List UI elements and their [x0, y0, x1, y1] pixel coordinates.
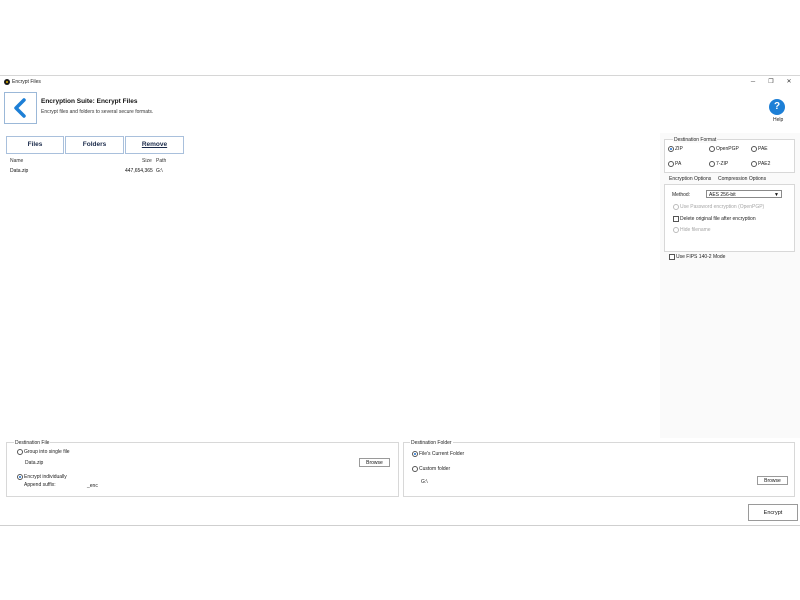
window-title: Encrypt Files	[12, 79, 41, 85]
encrypt-button[interactable]: Encrypt	[748, 504, 798, 521]
dest-file-browse-button[interactable]: Browse	[359, 458, 390, 467]
format-pae2-radio[interactable]	[751, 161, 757, 167]
tab-compression-options[interactable]: Compression Options	[718, 176, 766, 182]
column-header-name[interactable]: Name	[10, 158, 23, 164]
format-pae2-label[interactable]: PAE2	[758, 161, 770, 167]
method-select-value: AES 256-bit	[709, 192, 736, 198]
current-folder-radio[interactable]	[412, 451, 418, 457]
destination-folder-label: Destination Folder	[410, 440, 453, 446]
format-pa-radio[interactable]	[668, 161, 674, 167]
close-button[interactable]: ✕	[780, 76, 798, 88]
format-openpgp-label[interactable]: OpenPGP	[716, 146, 739, 152]
title-bar: Encrypt Files ─ ❐ ✕	[0, 76, 800, 88]
destination-file-label: Destination File	[14, 440, 51, 446]
table-row-name[interactable]: Data.zip	[10, 168, 28, 174]
format-zip-label[interactable]: ZIP	[675, 146, 683, 152]
format-7zip-label[interactable]: 7-ZIP	[716, 161, 728, 167]
encrypt-individually-label[interactable]: Encrypt individually	[24, 474, 67, 480]
format-pae-label[interactable]: PAE	[758, 146, 768, 152]
column-header-path[interactable]: Path	[156, 158, 166, 164]
destination-format-group: Destination Format	[664, 137, 795, 173]
group-single-radio[interactable]	[17, 449, 23, 455]
custom-folder-path: G:\	[421, 479, 428, 485]
group-single-label[interactable]: Group into single file	[24, 449, 70, 455]
custom-folder-radio[interactable]	[412, 466, 418, 472]
add-folders-button[interactable]: Folders	[65, 136, 124, 154]
current-folder-label[interactable]: File's Current Folder	[419, 451, 464, 457]
method-label: Method:	[672, 192, 691, 198]
group-file-name: Data.zip	[25, 460, 44, 466]
chevron-down-icon: ▼	[774, 192, 779, 198]
encrypt-files-window: Encrypt Files ─ ❐ ✕ Encryption Suite: En…	[0, 75, 800, 526]
use-password-radio	[673, 204, 679, 210]
minimize-button[interactable]: ─	[744, 76, 762, 88]
column-header-size[interactable]: Size	[142, 158, 152, 164]
back-button[interactable]	[4, 92, 37, 124]
add-files-button[interactable]: Files	[6, 136, 64, 154]
remove-button[interactable]: Remove	[125, 136, 184, 154]
tab-encryption-options[interactable]: Encryption Options	[669, 176, 711, 182]
use-password-label: Use Password encryption (OpenPGP)	[680, 204, 765, 210]
fips-checkbox[interactable]	[669, 254, 675, 260]
format-openpgp-radio[interactable]	[709, 146, 715, 152]
delete-original-checkbox[interactable]	[673, 216, 679, 222]
hide-filename-label: Hide filename	[680, 227, 711, 233]
table-row-size: 447,654,365	[125, 168, 153, 174]
app-icon	[4, 79, 10, 85]
method-select[interactable]: AES 256-bit ▼	[706, 190, 782, 198]
delete-original-label[interactable]: Delete original file after encryption	[680, 216, 756, 222]
format-zip-radio[interactable]	[668, 146, 674, 152]
page-subtitle: Encrypt files and folders to several sec…	[41, 109, 154, 115]
page-title: Encryption Suite: Encrypt Files	[41, 98, 138, 105]
table-row-path: G:\	[156, 168, 163, 174]
destination-format-label: Destination Format	[673, 137, 718, 143]
back-arrow-icon	[14, 98, 26, 118]
append-suffix-input[interactable]: _enc	[87, 483, 98, 489]
page-header: Encryption Suite: Encrypt Files Encrypt …	[0, 90, 800, 126]
custom-folder-label[interactable]: Custom folder	[419, 466, 450, 472]
help-label: Help	[773, 117, 784, 123]
hide-filename-radio	[673, 227, 679, 233]
help-icon[interactable]: ?	[769, 99, 785, 115]
maximize-button[interactable]: ❐	[762, 76, 780, 88]
fips-label[interactable]: Use FIPS 140-2 Mode	[676, 254, 725, 260]
format-7zip-radio[interactable]	[709, 161, 715, 167]
encrypt-individually-radio[interactable]	[17, 474, 23, 480]
file-list[interactable]	[6, 154, 660, 436]
format-pae-radio[interactable]	[751, 146, 757, 152]
append-suffix-label: Append suffix:	[24, 482, 56, 488]
dest-folder-browse-button[interactable]: Browse	[757, 476, 788, 485]
format-pa-label[interactable]: PA	[675, 161, 681, 167]
